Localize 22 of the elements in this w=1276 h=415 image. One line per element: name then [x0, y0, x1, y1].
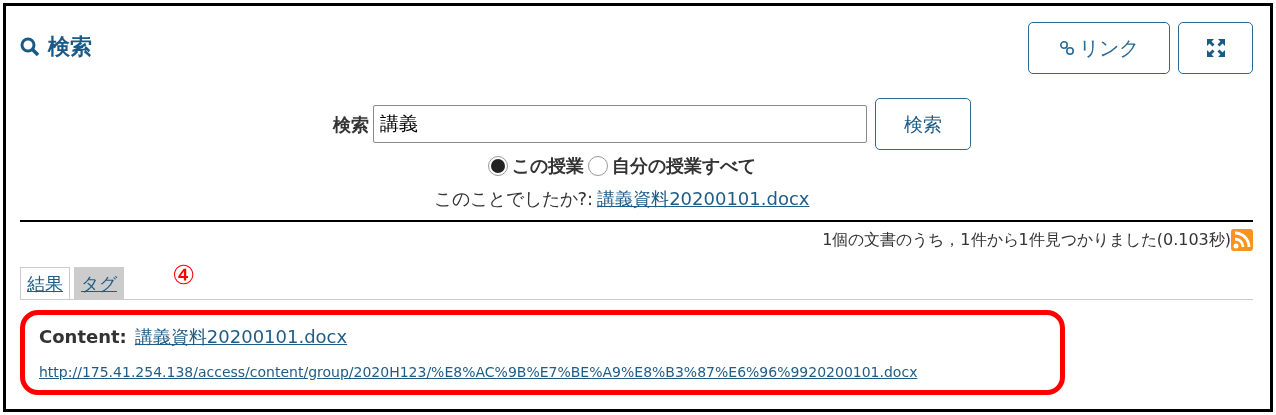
- search-button[interactable]: 検索: [874, 98, 971, 150]
- result-link[interactable]: 講義資料20200101.docx: [134, 323, 348, 350]
- search-label: 検索: [332, 112, 369, 137]
- radio-button[interactable]: [587, 155, 608, 176]
- result-url[interactable]: http://175.41.254.138/access/content/group/2020H123/%E8%AC%9B%E7%BE%A9%E8%B3%87%E6%96%9920200101.docx: [39, 362, 918, 383]
- tab[interactable]: タグ: [74, 267, 124, 299]
- radio-button[interactable]: [487, 155, 508, 176]
- tab[interactable]: 結果: [20, 267, 70, 299]
- expand-button[interactable]: [1178, 22, 1253, 74]
- link-button[interactable]: リンク: [1028, 22, 1170, 74]
- search-field[interactable]: 講義: [372, 105, 867, 143]
- radio-label: 自分の授業すべて: [611, 154, 756, 178]
- link-icon: [1059, 40, 1075, 56]
- suggestion-link[interactable]: 講義資料20200101.docx: [597, 185, 810, 212]
- suggestion-text: このことでしたか?:: [433, 187, 594, 211]
- radio-label: この授業: [511, 154, 584, 178]
- page-title: 検索: [48, 33, 92, 61]
- result-summary: 1個の文書のうち，1件から1件見つかりました(0.103秒): [822, 229, 1231, 251]
- result-label: Content:: [39, 325, 127, 349]
- annotation-number: ④: [172, 259, 195, 292]
- expand-icon: [1205, 38, 1226, 58]
- search-icon: [20, 36, 40, 57]
